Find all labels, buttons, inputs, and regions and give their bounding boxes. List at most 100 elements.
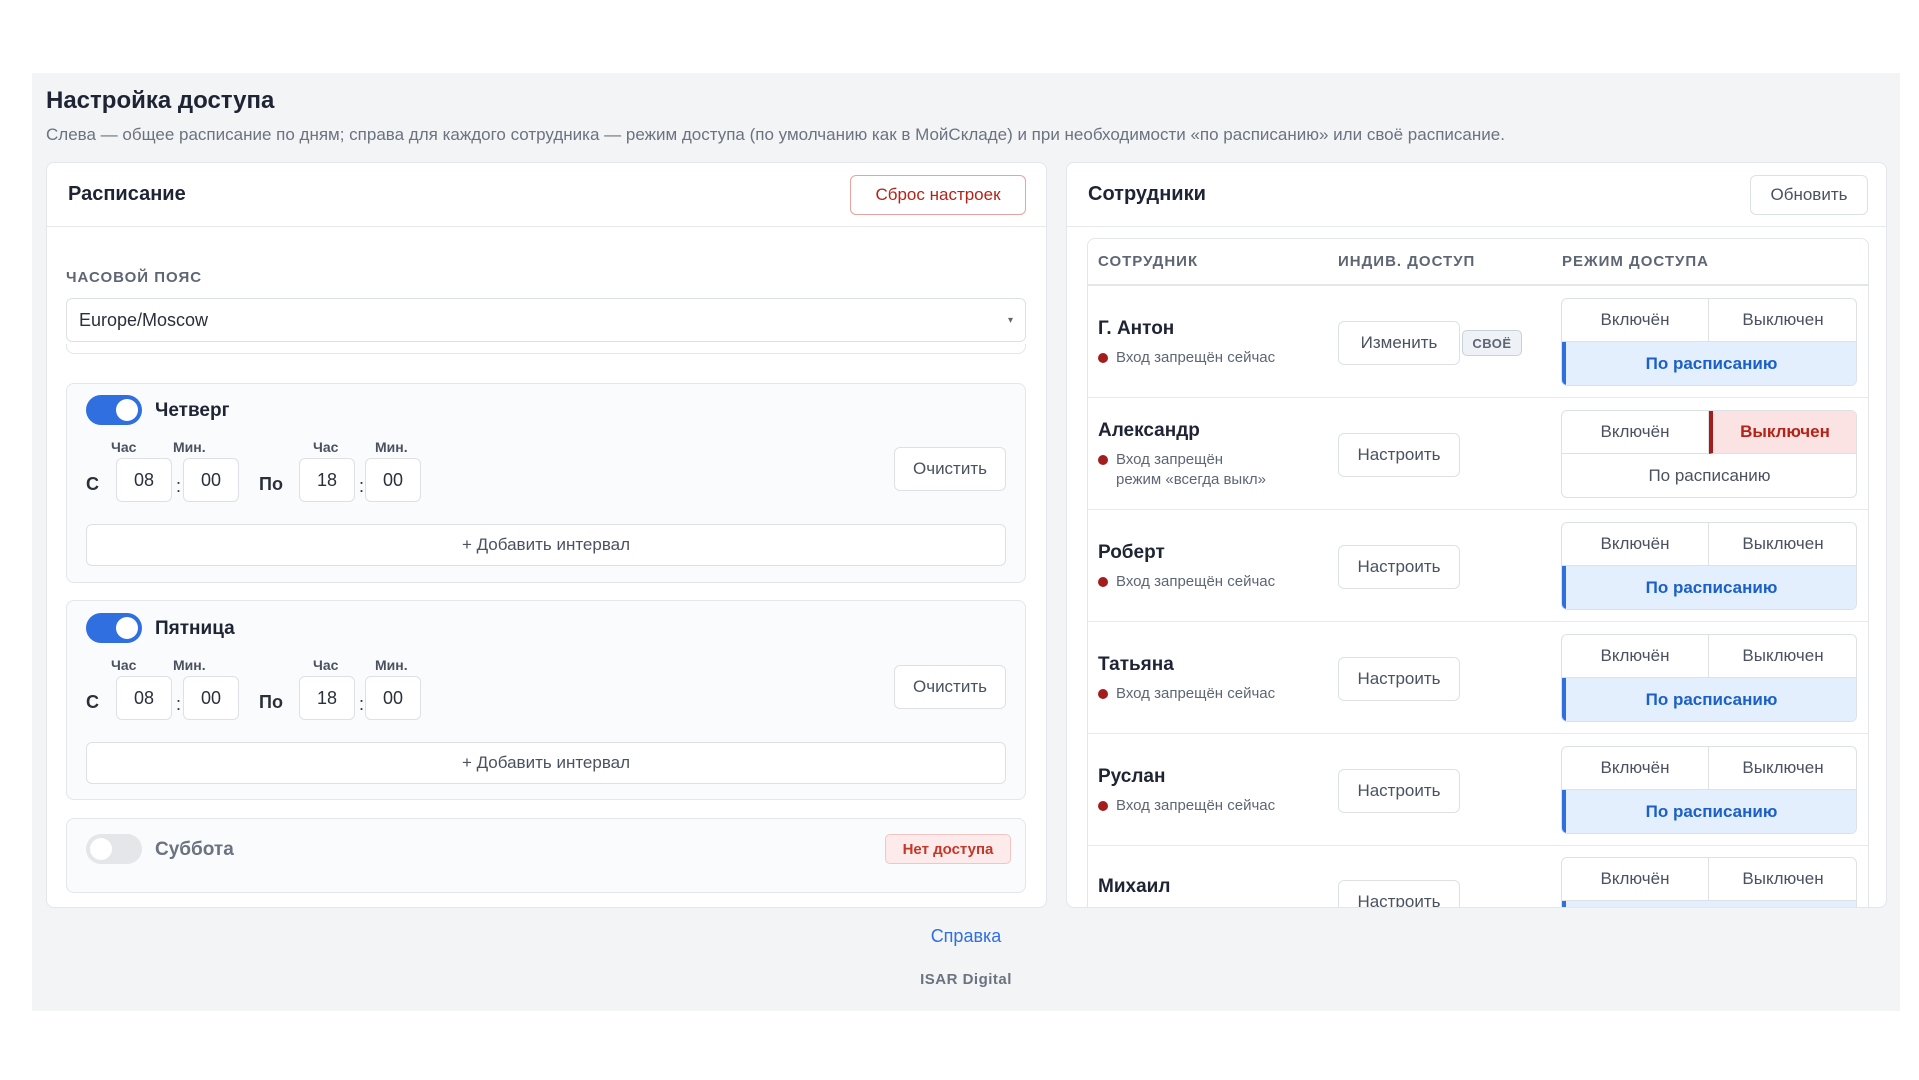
minute-label: Мин. xyxy=(173,439,206,455)
no-access-badge: Нет доступа xyxy=(885,834,1011,864)
time-colon: : xyxy=(176,476,182,496)
day-toggle-saturday[interactable] xyxy=(86,834,142,864)
access-mode-selector: Включён Выключен По расписанию xyxy=(1561,746,1857,834)
employee-status: Вход запрещён сейчас xyxy=(1098,572,1275,592)
table-row: Роберт Вход запрещён сейчас Настроить Вк… xyxy=(1088,510,1868,622)
table-row: Руслан Вход запрещён сейчас Настроить Вк… xyxy=(1088,734,1868,846)
employees-header: Сотрудники Обновить xyxy=(1067,163,1886,227)
access-mode-selector: Включён Выключен По расписанию xyxy=(1561,522,1857,610)
minute-label: Мин. xyxy=(375,657,408,673)
to-minute-input[interactable]: 00 xyxy=(365,676,421,720)
column-header-individual: ИНДИВ. ДОСТУП xyxy=(1338,253,1476,270)
day-card-thursday: Четверг Час Мин. Час Мин. С 08 : 00 По 1… xyxy=(66,383,1026,583)
to-hour-input[interactable]: 18 xyxy=(299,676,355,720)
configure-access-button[interactable]: Настроить xyxy=(1338,769,1460,813)
time-colon: : xyxy=(176,694,182,714)
access-mode-selector: Включён Выключен По расписанию xyxy=(1561,410,1857,498)
to-hour-input[interactable]: 18 xyxy=(299,458,355,502)
time-colon: : xyxy=(359,476,365,496)
mode-schedule-button[interactable]: По расписанию xyxy=(1562,566,1856,609)
mode-schedule-button[interactable]: По расписанию xyxy=(1562,454,1856,497)
clear-interval-button[interactable]: Очистить xyxy=(894,447,1006,491)
mode-schedule-button[interactable]: По расписанию xyxy=(1562,901,1856,907)
configure-access-button[interactable]: Настроить xyxy=(1338,880,1460,907)
minute-label: Мин. xyxy=(375,439,408,455)
day-name: Суббота xyxy=(155,839,234,860)
status-dot-icon xyxy=(1098,353,1108,363)
access-mode-selector: Включён Выключен По расписанию xyxy=(1561,857,1857,907)
column-header-mode: РЕЖИМ ДОСТУПА xyxy=(1562,253,1709,270)
configure-access-button[interactable]: Настроить xyxy=(1338,545,1460,589)
reset-settings-button[interactable]: Сброс настроек xyxy=(850,174,1026,215)
configure-access-button[interactable]: Настроить xyxy=(1338,657,1460,701)
timezone-select[interactable]: Europe/Moscow ▾ xyxy=(66,298,1026,342)
timezone-label: ЧАСОВОЙ ПОЯС xyxy=(66,269,203,286)
mode-off-button[interactable]: Выключен xyxy=(1709,858,1856,901)
from-minute-input[interactable]: 00 xyxy=(183,458,239,502)
status-dot-icon xyxy=(1098,801,1108,811)
mode-on-button[interactable]: Включён xyxy=(1562,523,1709,566)
day-card-friday: Пятница Час Мин. Час Мин. С 08 : 00 По 1… xyxy=(66,600,1026,800)
employee-status: Вход запрещён сейчас xyxy=(1098,684,1275,704)
employees-table: СОТРУДНИК ИНДИВ. ДОСТУП РЕЖИМ ДОСТУПА Г.… xyxy=(1087,238,1869,907)
employee-name: Роберт xyxy=(1098,542,1165,563)
status-dot-icon xyxy=(1098,455,1108,465)
table-row: Татьяна Вход запрещён сейчас Настроить В… xyxy=(1088,622,1868,734)
from-hour-input[interactable]: 08 xyxy=(116,458,172,502)
table-row: Александр Вход запрещён режим «всегда вык… xyxy=(1088,398,1868,510)
mode-on-button[interactable]: Включён xyxy=(1562,299,1709,342)
table-header: СОТРУДНИК ИНДИВ. ДОСТУП РЕЖИМ ДОСТУПА xyxy=(1088,239,1868,286)
mode-schedule-button[interactable]: По расписанию xyxy=(1562,678,1856,721)
add-interval-button[interactable]: + Добавить интервал xyxy=(86,524,1006,566)
custom-schedule-badge: СВОЁ xyxy=(1462,330,1522,356)
to-minute-input[interactable]: 00 xyxy=(365,458,421,502)
mode-off-button[interactable]: Выключен xyxy=(1709,747,1856,790)
mode-on-button[interactable]: Включён xyxy=(1562,858,1709,901)
access-mode-selector: Включён Выключен По расписанию xyxy=(1561,298,1857,386)
hour-label: Час xyxy=(313,439,339,455)
schedule-header: Расписание Сброс настроек xyxy=(47,163,1046,227)
column-header-employee: СОТРУДНИК xyxy=(1098,253,1199,270)
from-hour-input[interactable]: 08 xyxy=(116,676,172,720)
time-colon: : xyxy=(359,694,365,714)
employee-name: Руслан xyxy=(1098,766,1166,787)
day-toggle-friday[interactable] xyxy=(86,613,142,643)
clear-interval-button[interactable]: Очистить xyxy=(894,665,1006,709)
mode-on-button[interactable]: Включён xyxy=(1562,411,1709,454)
configure-access-button[interactable]: Настроить xyxy=(1338,433,1460,477)
hour-label: Час xyxy=(313,657,339,673)
employee-status: Вход запрещён сейчас xyxy=(1098,796,1275,816)
section-divider xyxy=(66,344,1026,354)
help-link[interactable]: Справка xyxy=(32,926,1900,947)
mode-off-button[interactable]: Выключен xyxy=(1709,299,1856,342)
employee-status: Вход запрещён режим «всегда выкл» xyxy=(1098,450,1266,490)
mode-off-button[interactable]: Выключен xyxy=(1709,523,1856,566)
day-name: Пятница xyxy=(155,618,235,639)
access-mode-selector: Включён Выключен По расписанию xyxy=(1561,634,1857,722)
minute-label: Мин. xyxy=(173,657,206,673)
schedule-title: Расписание xyxy=(68,183,186,205)
mode-schedule-button[interactable]: По расписанию xyxy=(1562,342,1856,385)
table-row: Г. Антон Вход запрещён сейчас Изменить С… xyxy=(1088,286,1868,398)
refresh-button[interactable]: Обновить xyxy=(1750,174,1868,215)
edit-access-button[interactable]: Изменить xyxy=(1338,321,1460,365)
status-dot-icon xyxy=(1098,689,1108,699)
mode-off-button[interactable]: Выключен xyxy=(1709,411,1856,454)
day-card-saturday: Суббота Нет доступа xyxy=(66,818,1026,893)
employee-name: Татьяна xyxy=(1098,654,1174,675)
mode-on-button[interactable]: Включён xyxy=(1562,747,1709,790)
employees-title: Сотрудники xyxy=(1088,183,1206,205)
day-toggle-thursday[interactable] xyxy=(86,395,142,425)
mode-off-button[interactable]: Выключен xyxy=(1709,635,1856,678)
from-minute-input[interactable]: 00 xyxy=(183,676,239,720)
access-settings-page: Настройка доступа Слева — общее расписан… xyxy=(32,73,1900,1011)
timezone-value: Europe/Moscow xyxy=(79,309,209,330)
day-name: Четверг xyxy=(155,400,230,421)
hour-label: Час xyxy=(111,657,137,673)
mode-on-button[interactable]: Включён xyxy=(1562,635,1709,678)
mode-schedule-button[interactable]: По расписанию xyxy=(1562,790,1856,833)
from-label: С xyxy=(86,692,99,712)
employee-name: Александр xyxy=(1098,420,1200,441)
add-interval-button[interactable]: + Добавить интервал xyxy=(86,742,1006,784)
hour-label: Час xyxy=(111,439,137,455)
